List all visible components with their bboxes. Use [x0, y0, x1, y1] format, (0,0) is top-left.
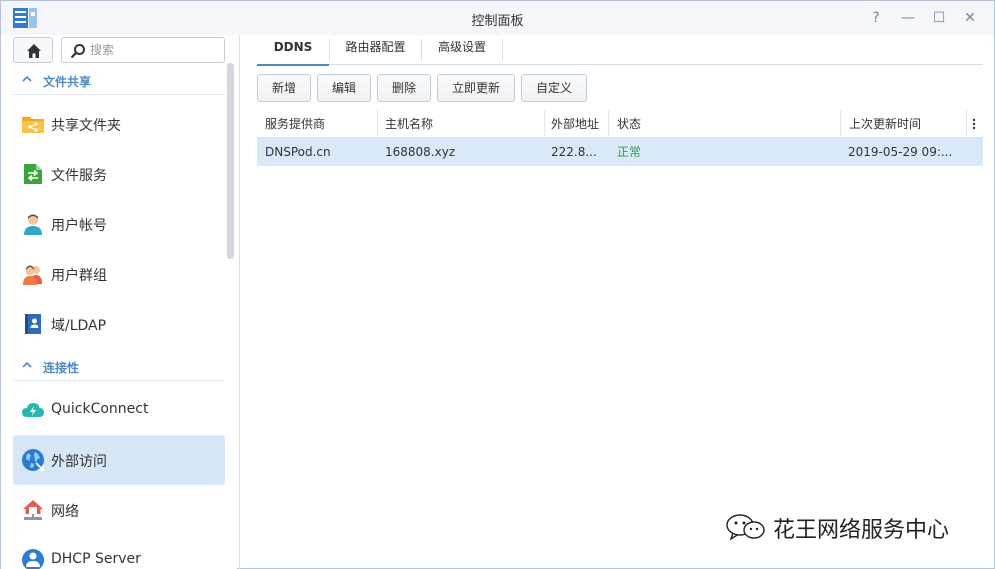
- sidebar-item-network[interactable]: 网络: [13, 485, 225, 535]
- section-label: 连接性: [43, 361, 80, 375]
- sidebar-scrollbar[interactable]: [227, 63, 234, 259]
- tab-router-config[interactable]: 路由器配置: [330, 39, 421, 65]
- quickconnect-icon: [22, 403, 44, 417]
- column-header-external-address[interactable]: 外部地址: [551, 110, 599, 138]
- sidebar-item-label: 用户群组: [51, 268, 107, 284]
- table-header: 服务提供商 主机名称 外部地址 状态 上次更新时间: [257, 110, 983, 138]
- control-panel-window: 控制面板 ? — ☐ ✕ 文件共享: [0, 0, 995, 569]
- tab-bar: DDNS 路由器配置 高级设置: [257, 35, 983, 66]
- column-menu-icon[interactable]: [972, 118, 976, 130]
- section-header-file-sharing[interactable]: 文件共享: [13, 69, 225, 95]
- sidebar-item-quickconnect[interactable]: QuickConnect: [13, 385, 225, 435]
- sidebar-item-shared-folder[interactable]: 共享文件夹: [13, 99, 225, 149]
- column-header-provider[interactable]: 服务提供商: [265, 110, 325, 138]
- sidebar-item-dhcp-server[interactable]: DHCP Server: [13, 535, 225, 569]
- table-row[interactable]: DNSPod.cn 168808.xyz 222.8... 正常 2019-05…: [257, 138, 983, 166]
- cell-last-update: 2019-05-29 09:...: [848, 145, 953, 159]
- domain-ldap-icon: [25, 314, 41, 334]
- sidebar-item-label: 共享文件夹: [51, 118, 121, 134]
- tab-ddns[interactable]: DDNS: [257, 39, 329, 66]
- update-now-button[interactable]: 立即更新: [437, 74, 515, 102]
- cell-status: 正常: [617, 145, 642, 159]
- sidebar-item-file-services[interactable]: 文件服务: [13, 149, 225, 199]
- search-box[interactable]: [61, 37, 225, 63]
- user-icon: [24, 214, 42, 235]
- column-separator[interactable]: [966, 110, 967, 138]
- watermark-text: 花王网络服务中心: [773, 518, 950, 543]
- title-bar: 控制面板 ? — ☐ ✕: [1, 1, 994, 35]
- external-access-icon: [22, 449, 44, 471]
- edit-button[interactable]: 编辑: [317, 74, 371, 102]
- network-icon: [23, 500, 43, 520]
- sidebar-item-user[interactable]: 用户帐号: [13, 199, 225, 249]
- help-button[interactable]: ?: [867, 9, 885, 27]
- column-header-last-update[interactable]: 上次更新时间: [849, 110, 921, 138]
- close-button[interactable]: ✕: [961, 9, 979, 27]
- wechat-icon: [726, 514, 765, 541]
- column-separator[interactable]: [377, 110, 378, 138]
- file-services-icon: [24, 164, 42, 184]
- sidebar-item-label: 外部访问: [51, 454, 107, 470]
- window-title: 控制面板: [471, 14, 524, 29]
- chevron-up-icon: [22, 75, 32, 82]
- maximize-button[interactable]: ☐: [930, 9, 948, 27]
- add-button[interactable]: 新增: [257, 74, 311, 102]
- delete-button[interactable]: 删除: [377, 74, 431, 102]
- section-header-connectivity[interactable]: 连接性: [13, 355, 225, 381]
- sidebar-item-label: 网络: [51, 504, 79, 520]
- sidebar-item-label: QuickConnect: [51, 401, 149, 417]
- home-button[interactable]: [13, 37, 53, 63]
- section-label: 文件共享: [43, 75, 92, 89]
- shared-folder-icon: [22, 117, 44, 133]
- sidebar-item-label: 域/LDAP: [51, 318, 107, 334]
- chevron-up-icon: [22, 361, 32, 368]
- column-separator[interactable]: [840, 110, 841, 138]
- sidebar-item-label: 用户帐号: [51, 218, 107, 234]
- main-panel: DDNS 路由器配置 高级设置 新增 编辑 删除 立即更新 自定义 服务提供商 …: [241, 35, 995, 569]
- minimize-button[interactable]: —: [899, 9, 917, 27]
- sidebar: 文件共享 共享文件夹 文件服务: [1, 35, 237, 569]
- column-separator[interactable]: [544, 110, 545, 138]
- sidebar-item-label: 文件服务: [51, 168, 107, 184]
- sidebar-item-label: DHCP Server: [51, 551, 141, 567]
- group-icon: [23, 265, 42, 285]
- cell-provider: DNSPod.cn: [265, 145, 331, 159]
- sidebar-item-external-access[interactable]: 外部访问: [13, 435, 225, 485]
- tab-separator: [502, 39, 503, 61]
- sidebar-divider: [239, 35, 240, 569]
- search-icon: [70, 44, 85, 59]
- column-header-status[interactable]: 状态: [617, 110, 641, 138]
- cell-hostname: 168808.xyz: [385, 145, 456, 159]
- column-header-hostname[interactable]: 主机名称: [385, 110, 433, 138]
- search-input[interactable]: [90, 41, 218, 59]
- customize-button[interactable]: 自定义: [521, 74, 587, 102]
- column-separator[interactable]: [608, 110, 609, 138]
- home-icon: [27, 44, 41, 58]
- tab-advanced-settings[interactable]: 高级设置: [422, 39, 502, 65]
- sidebar-item-domain-ldap[interactable]: 域/LDAP: [13, 299, 225, 349]
- cell-external-address: 222.8...: [551, 145, 597, 159]
- sidebar-item-group[interactable]: 用户群组: [13, 249, 225, 299]
- dhcp-server-icon: [22, 549, 44, 569]
